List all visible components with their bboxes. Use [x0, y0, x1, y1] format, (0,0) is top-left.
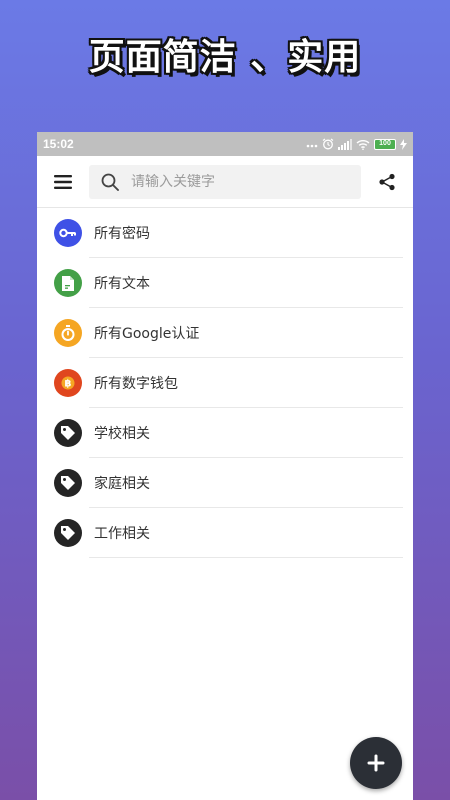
svg-text:฿: ฿	[65, 379, 72, 390]
status-icons: 100	[306, 138, 407, 150]
wifi-icon	[356, 139, 370, 150]
key-icon	[54, 219, 82, 247]
search-box[interactable]	[89, 164, 361, 199]
list-item-passwords[interactable]: 所有密码	[37, 208, 413, 258]
tag-icon	[54, 419, 82, 447]
stopwatch-icon	[54, 319, 82, 347]
list-item-label: 所有密码	[94, 226, 150, 242]
signal-icon	[338, 138, 352, 150]
menu-icon	[54, 174, 72, 189]
menu-button[interactable]	[53, 172, 73, 192]
list-item-work[interactable]: 工作相关	[37, 508, 413, 558]
document-icon	[54, 269, 82, 297]
list-item-label: 学校相关	[94, 426, 150, 442]
bitcoin-icon: ฿	[54, 369, 82, 397]
share-icon	[379, 173, 395, 190]
alarm-icon	[322, 138, 334, 150]
plus-icon	[367, 754, 385, 772]
category-list: 所有密码 所有文本 所有Google认证 ฿ 所有数字钱包 学校相关 家庭相关 …	[37, 208, 413, 558]
list-item-label: 所有Google认证	[94, 326, 200, 342]
search-input[interactable]	[131, 173, 341, 190]
list-item-texts[interactable]: 所有文本	[37, 258, 413, 308]
share-button[interactable]	[377, 172, 397, 192]
tag-icon	[54, 469, 82, 497]
tag-icon	[54, 519, 82, 547]
list-item-school[interactable]: 学校相关	[37, 408, 413, 458]
charging-icon	[400, 138, 407, 150]
status-bar: 15:02 100	[37, 132, 413, 156]
battery-icon: 100	[374, 138, 396, 150]
toolbar	[37, 156, 413, 208]
promo-headline: 页面简洁 、实用	[88, 37, 362, 78]
list-item-label: 所有文本	[94, 276, 150, 292]
list-item-label: 家庭相关	[94, 476, 150, 492]
list-item-label: 所有数字钱包	[94, 376, 178, 392]
list-item-family[interactable]: 家庭相关	[37, 458, 413, 508]
status-time: 15:02	[43, 137, 74, 151]
more-dots-icon	[306, 140, 318, 148]
search-icon	[101, 173, 119, 191]
list-item-wallets[interactable]: ฿ 所有数字钱包	[37, 358, 413, 408]
list-item-google-auth[interactable]: 所有Google认证	[37, 308, 413, 358]
phone-screen: 15:02 100 请输入关键字 所有密码 所有文本 所有Google认证 ฿ …	[37, 132, 413, 800]
list-item-label: 工作相关	[94, 526, 150, 542]
add-button[interactable]	[350, 737, 402, 789]
